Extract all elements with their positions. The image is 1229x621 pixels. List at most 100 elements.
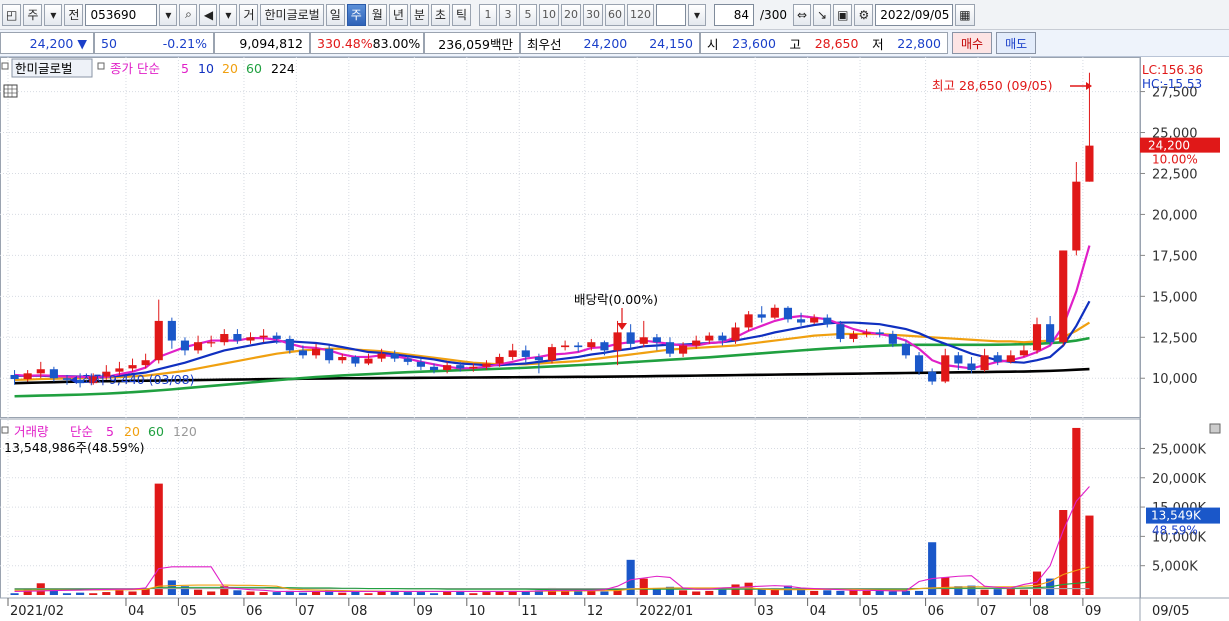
volume-ratio-value: 330.48% [317, 35, 373, 51]
stock-code-input[interactable]: 053690 [85, 3, 158, 26]
prev-button[interactable]: 전 [64, 3, 84, 26]
candle-body [1085, 145, 1094, 182]
volume-bar [901, 590, 910, 595]
volume-bar [259, 592, 268, 595]
vol-ma-legend-5: 5 [106, 424, 114, 439]
candle-body [285, 338, 294, 351]
open-value: 23,600 [732, 35, 776, 51]
calendar-icon[interactable]: ▦ [955, 3, 975, 26]
candle-body [652, 337, 661, 343]
volume-bar [849, 590, 858, 595]
bar-count-max: /300 [760, 7, 787, 22]
lc-label: LC:156.36 [1142, 63, 1203, 77]
volume-bar [364, 593, 373, 595]
interval-button[interactable]: 120 [627, 3, 655, 26]
volume-info: 13,548,986주(48.59%) [4, 440, 145, 455]
candle-body [429, 366, 439, 371]
candle-body [993, 355, 1002, 362]
period-week-tab[interactable]: 주 [346, 3, 366, 26]
save-icon[interactable]: ▣ [833, 3, 853, 26]
zoom-icon[interactable]: ⇔ [792, 3, 812, 26]
interval-button[interactable]: 10 [539, 3, 560, 26]
date-tick-label: 09 [1085, 604, 1102, 619]
period-day-tab[interactable]: 일 [325, 3, 345, 26]
vol-ma-legend-60: 60 [148, 424, 164, 439]
volume-bar [194, 589, 203, 595]
price-change: 50 -0.21% [94, 32, 214, 54]
candle-body [626, 332, 635, 344]
date-tick-label: 08 [1032, 604, 1049, 619]
sound-dropdown-icon[interactable]: ▾ [219, 3, 238, 26]
ma-legend-5: 5 [181, 61, 189, 76]
volume-bar [338, 592, 347, 595]
search-icon[interactable]: ⌕ [179, 3, 198, 26]
cursor-date-label: 09/05 [1152, 604, 1189, 619]
code-dropdown-icon[interactable]: ▾ [159, 3, 178, 26]
interval-button[interactable]: 1 [479, 3, 498, 26]
buy-button[interactable]: 매수 [952, 32, 993, 54]
stock-chart[interactable]: 27,50025,00022,50020,00017,50015,00012,5… [0, 57, 1229, 621]
date-tick-label: 07 [298, 604, 315, 619]
period-year-tab[interactable]: 년 [388, 3, 408, 26]
volume-bar [914, 590, 924, 595]
interval-button[interactable]: 30 [583, 3, 604, 26]
sound-icon[interactable]: ◀ [199, 3, 218, 26]
candle-body [311, 348, 321, 356]
date-tick-label: 05 [862, 604, 879, 619]
price-pane-title: 한미글로벌 [15, 61, 73, 76]
custom-interval-input[interactable] [656, 3, 687, 26]
date-tick-label: 12 [587, 604, 604, 619]
interval-button[interactable]: 3 [499, 3, 518, 26]
ma-legend-10: 10 [198, 61, 214, 76]
candle-body [495, 356, 504, 364]
candle-body [1046, 324, 1055, 343]
sell-button[interactable]: 매도 [996, 32, 1037, 54]
volume-bar [705, 590, 714, 595]
date-input[interactable]: 2022/09/05 [875, 3, 954, 26]
volume-bar [561, 591, 570, 595]
grid-toggle-icon[interactable] [3, 84, 18, 98]
vol-ma-legend-20: 20 [124, 424, 140, 439]
price-ma-legend-label: 종가 단순 [110, 61, 160, 76]
volume-ratio: 330.48% 83.00% [310, 32, 424, 54]
candle-body [796, 319, 806, 323]
candle-body [351, 356, 360, 364]
bar-count-input[interactable]: 84 [714, 3, 755, 26]
volume-value: 9,094,812 [214, 32, 310, 54]
pane-close-icon[interactable] [1209, 423, 1221, 434]
candle-body [364, 358, 373, 364]
interval-button[interactable]: 60 [605, 3, 626, 26]
hc-label: HC:-15.53 [1142, 77, 1202, 91]
period-month-tab[interactable]: 월 [367, 3, 387, 26]
candle-body [731, 327, 740, 341]
draw-tool-icon[interactable]: ↘ [813, 3, 832, 26]
interval-button[interactable]: 5 [519, 3, 538, 26]
period-minute-tab[interactable]: 분 [409, 3, 429, 26]
candle-body [508, 350, 517, 357]
window-menu-icon[interactable]: ◰ [2, 3, 22, 26]
candle-body [325, 348, 334, 361]
volume-bar [416, 592, 425, 595]
price-tick-label: 20,000 [1152, 208, 1198, 223]
candle-body [862, 332, 871, 335]
period-second-tab[interactable]: 초 [430, 3, 450, 26]
candle-body [770, 307, 779, 318]
candle-body [416, 361, 425, 367]
current-price-tag-label: 24,200 [1148, 139, 1190, 153]
candle-body [705, 335, 714, 341]
candle-body [679, 345, 688, 354]
volume-tick-label: 5,000K [1152, 560, 1198, 575]
candle-body [49, 369, 58, 379]
gear-icon[interactable]: ⚙ [854, 3, 874, 26]
volume-bar [810, 590, 819, 595]
market-dropdown-icon[interactable]: ▾ [44, 3, 63, 26]
volume-bar [600, 591, 609, 595]
market-mode-select[interactable]: 주 [23, 3, 43, 26]
interval-button[interactable]: 20 [561, 3, 582, 26]
custom-interval-dropdown-icon[interactable]: ▾ [688, 3, 707, 26]
period-tick-tab[interactable]: 틱 [451, 3, 472, 26]
candle-body [36, 369, 45, 374]
date-tick-label: 10 [469, 604, 486, 619]
date-tick-label: 06 [246, 604, 263, 619]
volume-bar [836, 590, 845, 595]
